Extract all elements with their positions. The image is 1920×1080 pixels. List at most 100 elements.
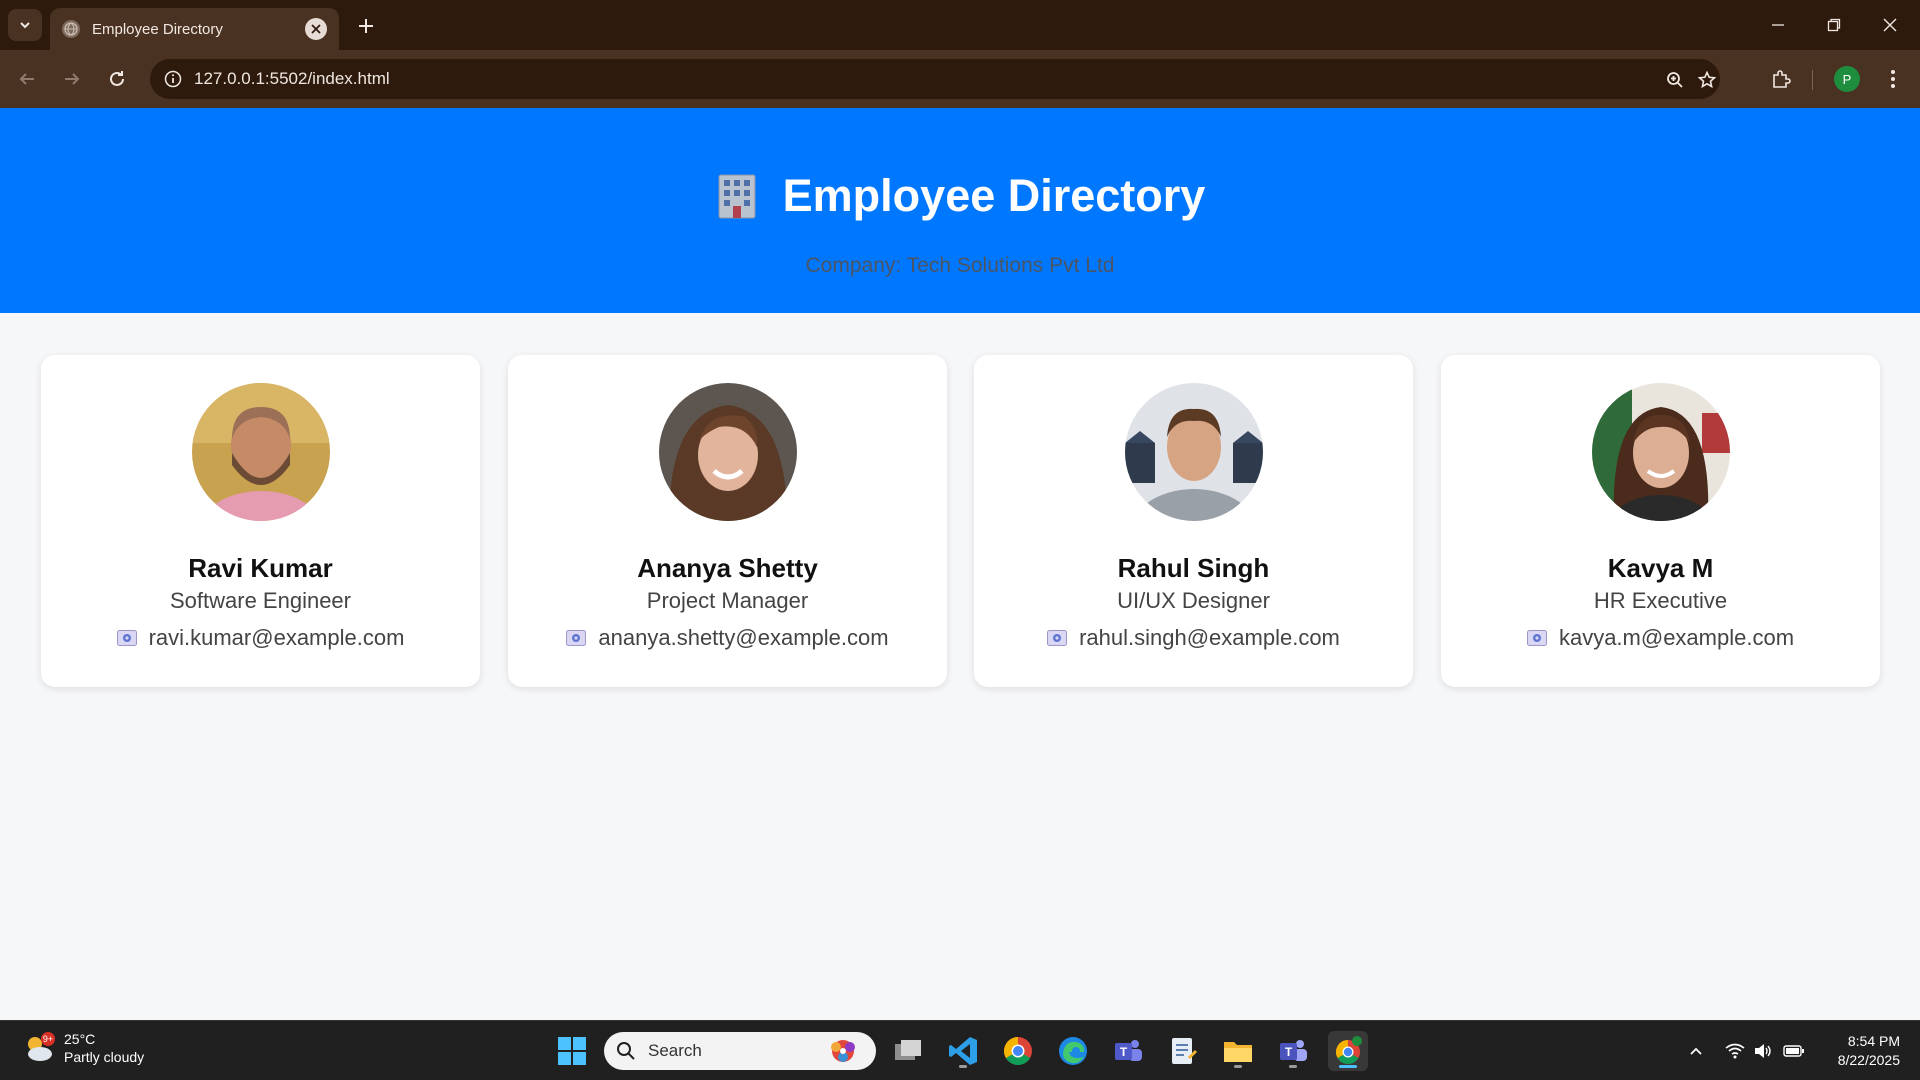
employee-role: HR Executive bbox=[1593, 588, 1728, 613]
employee-role: Project Manager bbox=[646, 588, 809, 613]
show-hidden-icons-button[interactable] bbox=[1684, 1039, 1708, 1063]
taskbar-search[interactable]: Search bbox=[604, 1032, 876, 1070]
employee-email: kavya.m@example.com bbox=[1441, 625, 1880, 651]
search-placeholder: Search bbox=[648, 1041, 702, 1060]
browser-tab-bar: Employee Directory bbox=[0, 0, 1920, 50]
page-title-text: Employee Directory bbox=[782, 170, 1206, 221]
chrome-profile-app[interactable] bbox=[1328, 1031, 1368, 1071]
url-text[interactable]: 127.0.0.1:5502/index.html bbox=[194, 69, 390, 89]
employee-email-text[interactable]: ravi.kumar@example.com bbox=[149, 625, 405, 651]
edge-app[interactable] bbox=[1053, 1031, 1093, 1071]
weather-badge: 9+ bbox=[43, 1034, 53, 1044]
notepad-icon bbox=[1172, 1038, 1197, 1064]
file-explorer-app[interactable] bbox=[1218, 1031, 1258, 1071]
email-icon bbox=[566, 630, 587, 646]
svg-text:T: T bbox=[1120, 1045, 1128, 1059]
browser-tab[interactable]: Employee Directory bbox=[50, 8, 339, 50]
reload-icon bbox=[110, 71, 124, 86]
employee-name: Rahul Singh bbox=[1117, 553, 1270, 583]
employee-email-text[interactable]: kavya.m@example.com bbox=[1559, 625, 1794, 651]
teams-app[interactable]: T bbox=[1108, 1031, 1148, 1071]
close-window-button[interactable] bbox=[1862, 0, 1918, 50]
email-icon bbox=[1047, 630, 1068, 646]
employee-photo bbox=[192, 383, 330, 521]
arrow-left-icon bbox=[19, 73, 34, 85]
more-vert-icon bbox=[1891, 70, 1895, 88]
task-view-icon bbox=[895, 1040, 921, 1060]
toolbar-separator bbox=[1812, 70, 1813, 90]
chrome-icon bbox=[1004, 1037, 1032, 1065]
running-indicator bbox=[959, 1065, 967, 1068]
tab-title: Employee Directory bbox=[92, 20, 223, 38]
teams-icon: T bbox=[1280, 1040, 1307, 1061]
star-icon bbox=[1698, 71, 1716, 89]
clock-date: 8/22/2025 bbox=[1837, 1052, 1900, 1068]
extensions-button[interactable] bbox=[1764, 62, 1798, 96]
bookmark-button[interactable] bbox=[1692, 67, 1722, 93]
weather-widget[interactable]: 9+ 25°C Partly cloudy bbox=[22, 1030, 144, 1066]
weather-temp: 25°C bbox=[64, 1031, 96, 1047]
windows-taskbar: 9+ 25°C Partly cloudy Search T T 8:54 PM… bbox=[0, 1020, 1920, 1080]
start-button[interactable] bbox=[552, 1031, 592, 1071]
edge-icon bbox=[1059, 1037, 1087, 1065]
volume-control[interactable] bbox=[1751, 1039, 1775, 1063]
employee-photo bbox=[1592, 383, 1730, 521]
employee-role: UI/UX Designer bbox=[1117, 588, 1270, 613]
running-indicator bbox=[1234, 1065, 1242, 1068]
running-indicator bbox=[1289, 1065, 1297, 1068]
employee-grid: Ravi Kumar Software Engineer ravi.kumar@… bbox=[41, 355, 1881, 687]
employee-email: ravi.kumar@example.com bbox=[41, 625, 480, 651]
close-icon bbox=[1883, 18, 1897, 32]
restore-button[interactable] bbox=[1806, 0, 1862, 50]
plus-icon bbox=[359, 19, 373, 33]
employee-role: Software Engineer bbox=[170, 588, 351, 613]
chevron-up-icon bbox=[1690, 1047, 1702, 1055]
wifi-status[interactable] bbox=[1723, 1039, 1747, 1063]
employee-name: Kavya M bbox=[1607, 553, 1714, 583]
restore-icon bbox=[1827, 18, 1841, 32]
employee-email: ananya.shetty@example.com bbox=[508, 625, 947, 651]
employee-card: Ananya Shetty Project Manager ananya.she… bbox=[508, 355, 947, 687]
back-button[interactable] bbox=[10, 62, 44, 96]
browser-toolbar: 127.0.0.1:5502/index.html P bbox=[0, 50, 1920, 108]
chrome-app[interactable] bbox=[998, 1031, 1038, 1071]
teams-work-app[interactable]: T bbox=[1273, 1031, 1313, 1071]
employee-email-text[interactable]: ananya.shetty@example.com bbox=[598, 625, 888, 651]
svg-text:T: T bbox=[1285, 1045, 1293, 1059]
wifi-icon bbox=[1725, 1043, 1745, 1059]
search-highlight-icon bbox=[831, 1040, 855, 1062]
close-icon bbox=[311, 24, 321, 34]
windows-logo-icon bbox=[558, 1037, 586, 1065]
profile-avatar[interactable]: P bbox=[1834, 66, 1860, 92]
zoom-button[interactable] bbox=[1660, 67, 1690, 93]
partly-cloudy-icon: 9+ bbox=[28, 1032, 55, 1061]
puzzle-icon bbox=[1773, 70, 1791, 88]
search-icon bbox=[617, 1042, 635, 1060]
tab-close-button[interactable] bbox=[305, 18, 327, 40]
new-tab-button[interactable] bbox=[352, 12, 380, 40]
system-clock[interactable]: 8:54 PM 8/22/2025 bbox=[1820, 1032, 1900, 1070]
employee-card: Kavya M HR Executive kavya.m@example.com bbox=[1441, 355, 1880, 687]
battery-icon bbox=[1783, 1045, 1804, 1057]
page-header: Employee Directory Company: Tech Solutio… bbox=[0, 108, 1920, 313]
battery-status[interactable] bbox=[1782, 1039, 1806, 1063]
teams-icon: T bbox=[1115, 1040, 1142, 1061]
office-building-icon bbox=[718, 174, 756, 219]
folder-icon bbox=[1224, 1042, 1252, 1062]
employee-card: Ravi Kumar Software Engineer ravi.kumar@… bbox=[41, 355, 480, 687]
forward-button[interactable] bbox=[55, 62, 89, 96]
arrow-right-icon bbox=[65, 73, 80, 85]
tab-search-button[interactable] bbox=[8, 9, 42, 41]
employee-name: Ravi Kumar bbox=[188, 553, 333, 583]
minimize-button[interactable] bbox=[1750, 0, 1806, 50]
menu-button[interactable] bbox=[1876, 62, 1910, 96]
email-icon bbox=[116, 630, 137, 646]
employee-email-text[interactable]: rahul.singh@example.com bbox=[1079, 625, 1340, 651]
address-bar[interactable]: 127.0.0.1:5502/index.html bbox=[150, 59, 1720, 99]
info-icon[interactable] bbox=[164, 70, 182, 88]
task-view-button[interactable] bbox=[888, 1031, 928, 1071]
notepad-app[interactable] bbox=[1163, 1031, 1203, 1071]
vscode-app[interactable] bbox=[943, 1031, 983, 1071]
reload-button[interactable] bbox=[100, 62, 134, 96]
clock-time: 8:54 PM bbox=[1847, 1033, 1900, 1049]
